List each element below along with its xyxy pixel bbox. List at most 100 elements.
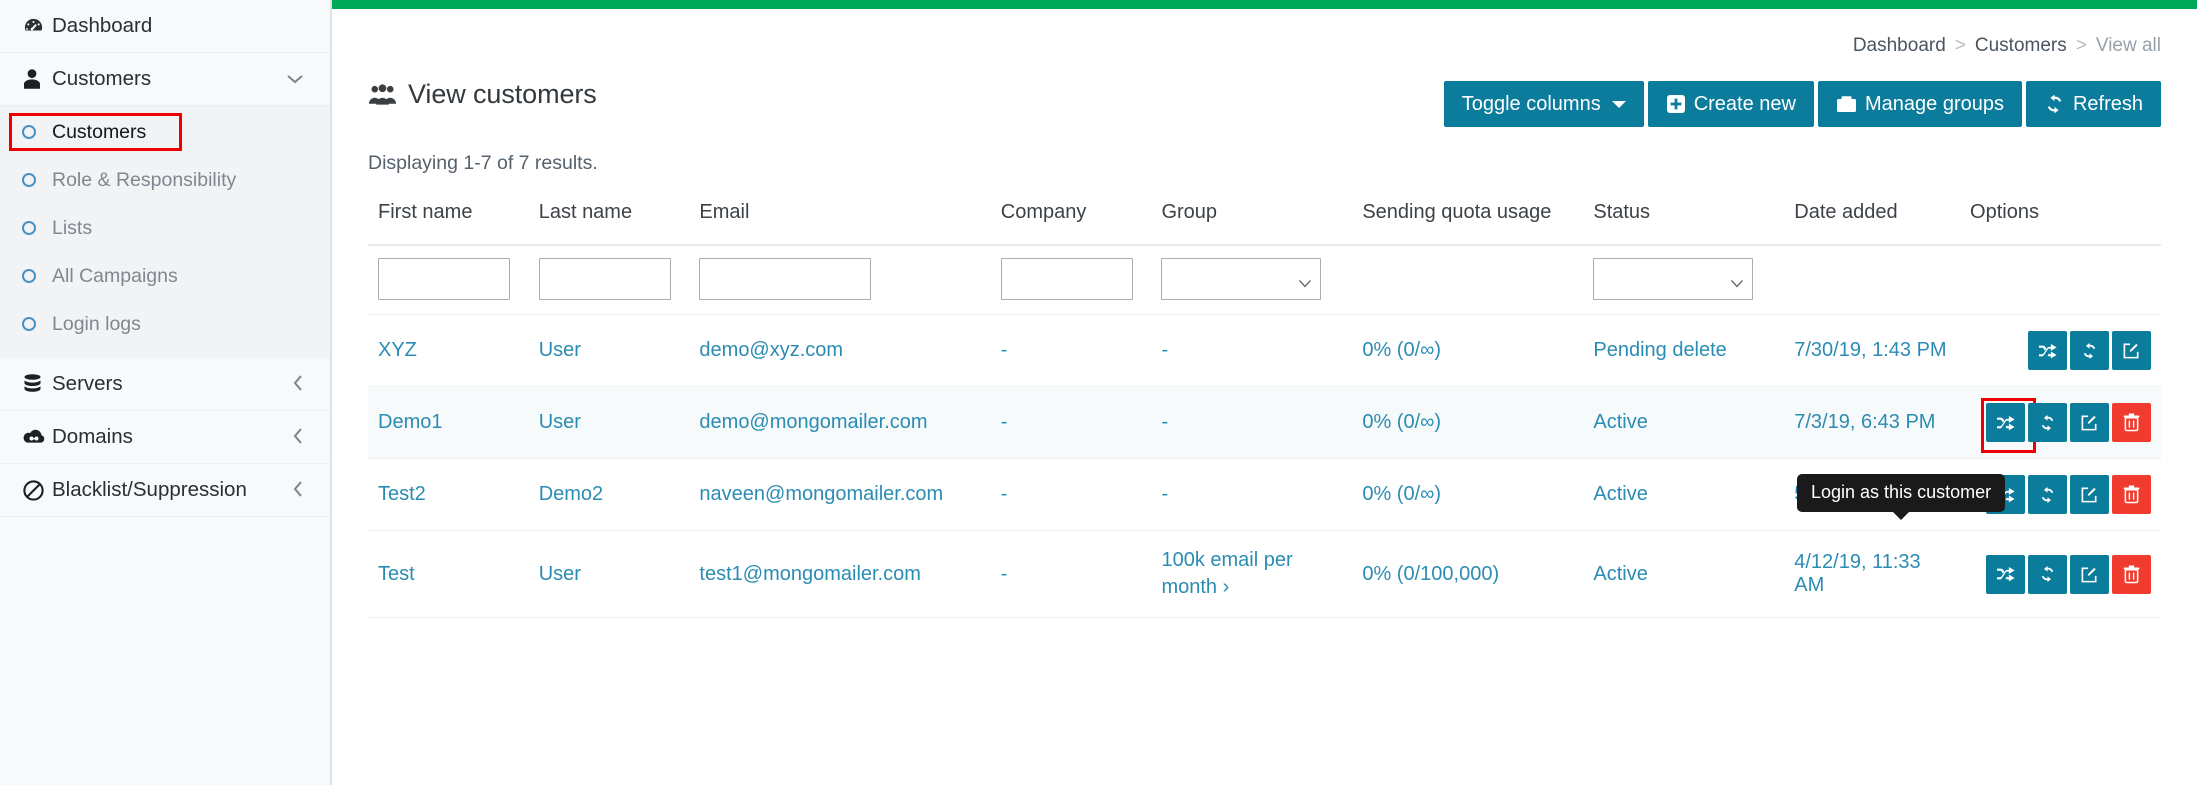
circle-icon <box>22 221 52 235</box>
login-as-icon-button[interactable] <box>1981 398 2036 453</box>
filter-cell-date <box>1784 245 1961 315</box>
customer-email-link[interactable]: naveen@mongomailer.com <box>699 483 943 505</box>
tooltip-login-as-customer: Login as this customer <box>1797 474 2006 520</box>
customer-email-link[interactable]: test1@mongomailer.com <box>699 563 921 585</box>
cell-group: - <box>1151 314 1353 387</box>
results-count: Displaying 1-7 of 7 results. <box>368 152 598 174</box>
page-title: View customers <box>368 79 597 110</box>
cell-status: Active <box>1583 530 1785 618</box>
filter-cell-company <box>990 245 1152 315</box>
group-link[interactable]: 100k email per month › <box>1161 547 1342 601</box>
row-actions <box>1986 475 2151 514</box>
delete-icon-button[interactable] <box>2112 554 2151 594</box>
cell-options <box>1960 386 2161 459</box>
sync-icon-button[interactable] <box>2028 475 2067 514</box>
column-header-group[interactable]: Group <box>1151 193 1353 246</box>
manage-groups-button[interactable]: Manage groups <box>1817 81 2022 127</box>
cell-first-name: Test <box>368 530 529 618</box>
cell-quota: 0% (0/∞) <box>1352 314 1584 387</box>
cell-company: - <box>990 314 1152 387</box>
column-header-first-name[interactable]: First name <box>368 193 529 246</box>
cell-email: test1@mongomailer.com <box>689 530 991 618</box>
sidebar-item-login-logs[interactable]: Login logs <box>0 308 330 340</box>
cloud-icon <box>22 427 52 447</box>
folder-icon <box>1836 95 1857 114</box>
breadcrumb-dashboard[interactable]: Dashboard <box>1853 35 1946 56</box>
create-new-button[interactable]: Create new <box>1647 81 1814 127</box>
edit-icon-button[interactable] <box>2070 554 2109 594</box>
column-header-date-added[interactable]: Date added <box>1784 193 1961 246</box>
filter-cell-group <box>1151 245 1353 315</box>
user-icon <box>22 68 52 90</box>
row-actions <box>1986 554 2151 594</box>
customer-name-link[interactable]: XYZ <box>378 339 417 361</box>
refresh-label: Refresh <box>2072 92 2143 115</box>
table-header-row: First name Last name Email Company Group… <box>368 193 2161 246</box>
sync-icon-button[interactable] <box>2028 554 2067 594</box>
login-as-icon-button[interactable] <box>1986 554 2025 594</box>
login-as-icon-button[interactable] <box>2028 331 2067 370</box>
sync-icon-button[interactable] <box>2028 403 2067 442</box>
breadcrumb-customers[interactable]: Customers <box>1975 35 2067 56</box>
customer-name-link[interactable]: Test2 <box>378 483 426 505</box>
edit-icon-button[interactable] <box>2070 475 2109 514</box>
chevron-down-icon <box>1298 274 1312 288</box>
table-head: First name Last name Email Company Group… <box>368 193 2161 246</box>
sidebar-item-servers[interactable]: Servers <box>0 358 330 411</box>
tooltip-text: Login as this customer <box>1811 482 1992 502</box>
chevron-left-icon <box>292 427 304 448</box>
table-row: Test User test1@mongomailer.com - 100k e… <box>368 530 2161 618</box>
sidebar-item-domains[interactable]: Domains <box>0 411 330 464</box>
sidebar: Dashboard Customers Customers Role & Res… <box>0 0 332 785</box>
customer-email-link[interactable]: demo@mongomailer.com <box>699 411 927 433</box>
filter-status-select[interactable] <box>1593 258 1754 300</box>
circle-icon <box>22 269 52 283</box>
dashboard-icon <box>22 15 52 38</box>
sidebar-item-all-campaigns[interactable]: All Campaigns <box>0 260 330 292</box>
column-header-sending-quota-usage[interactable]: Sending quota usage <box>1352 193 1584 246</box>
filter-last-name-input[interactable] <box>538 258 671 300</box>
sidebar-item-lists[interactable]: Lists <box>0 212 330 244</box>
customer-email-link[interactable]: demo@xyz.com <box>699 339 843 361</box>
chevron-down-icon <box>286 71 304 88</box>
sidebar-item-role-responsibility[interactable]: Role & Responsibility <box>0 164 330 196</box>
sidebar-item-customers-list[interactable]: Customers <box>0 113 330 151</box>
filter-first-name-input[interactable] <box>378 258 510 300</box>
sync-icon-button[interactable] <box>2070 331 2109 370</box>
filter-group-select[interactable] <box>1161 258 1322 300</box>
edit-icon-button[interactable] <box>2112 331 2151 370</box>
cell-last-name: User <box>528 314 690 387</box>
content-area: View customers Toggle columns Create new <box>332 79 2197 618</box>
cell-quota: 0% (0/100,000) <box>1352 530 1584 618</box>
cell-first-name: XYZ <box>368 314 529 387</box>
table-row: XYZ User demo@xyz.com - - 0% (0/∞) Pendi… <box>368 314 2161 387</box>
cell-last-name: User <box>528 386 690 459</box>
column-header-email[interactable]: Email <box>689 193 991 246</box>
column-header-company[interactable]: Company <box>990 193 1152 246</box>
top-accent-bar <box>332 0 2197 9</box>
edit-icon-button[interactable] <box>2070 403 2109 442</box>
refresh-button[interactable]: Refresh <box>2025 81 2161 127</box>
cell-email: demo@xyz.com <box>689 314 991 387</box>
cell-last-name: User <box>528 530 690 618</box>
main-content: Dashboard > Customers > View all View cu… <box>332 0 2197 785</box>
delete-icon-button[interactable] <box>2112 475 2151 514</box>
delete-icon-button[interactable] <box>2112 403 2151 442</box>
customer-name-link[interactable]: Test <box>378 563 415 585</box>
column-header-status[interactable]: Status <box>1583 193 1785 246</box>
filter-email-input[interactable] <box>699 258 872 300</box>
column-header-last-name[interactable]: Last name <box>528 193 690 246</box>
submenu-spacer <box>0 292 330 308</box>
filter-cell-quota <box>1352 245 1584 315</box>
sidebar-item-blacklist-suppression[interactable]: Blacklist/Suppression <box>0 464 330 517</box>
customer-name-link[interactable]: Demo1 <box>378 411 442 433</box>
filter-company-input[interactable] <box>1000 258 1133 300</box>
sidebar-subitem-label: Login logs <box>52 312 141 335</box>
app-root: Dashboard Customers Customers Role & Res… <box>0 0 2197 785</box>
sidebar-item-customers[interactable]: Customers <box>0 53 330 106</box>
chevron-down-icon <box>1730 274 1744 288</box>
sidebar-item-dashboard[interactable]: Dashboard <box>0 0 330 53</box>
cell-status: Pending delete <box>1583 314 1785 387</box>
toggle-columns-button[interactable]: Toggle columns <box>1443 81 1644 127</box>
cell-date-added: 4/12/19, 11:33 AM <box>1784 530 1961 618</box>
